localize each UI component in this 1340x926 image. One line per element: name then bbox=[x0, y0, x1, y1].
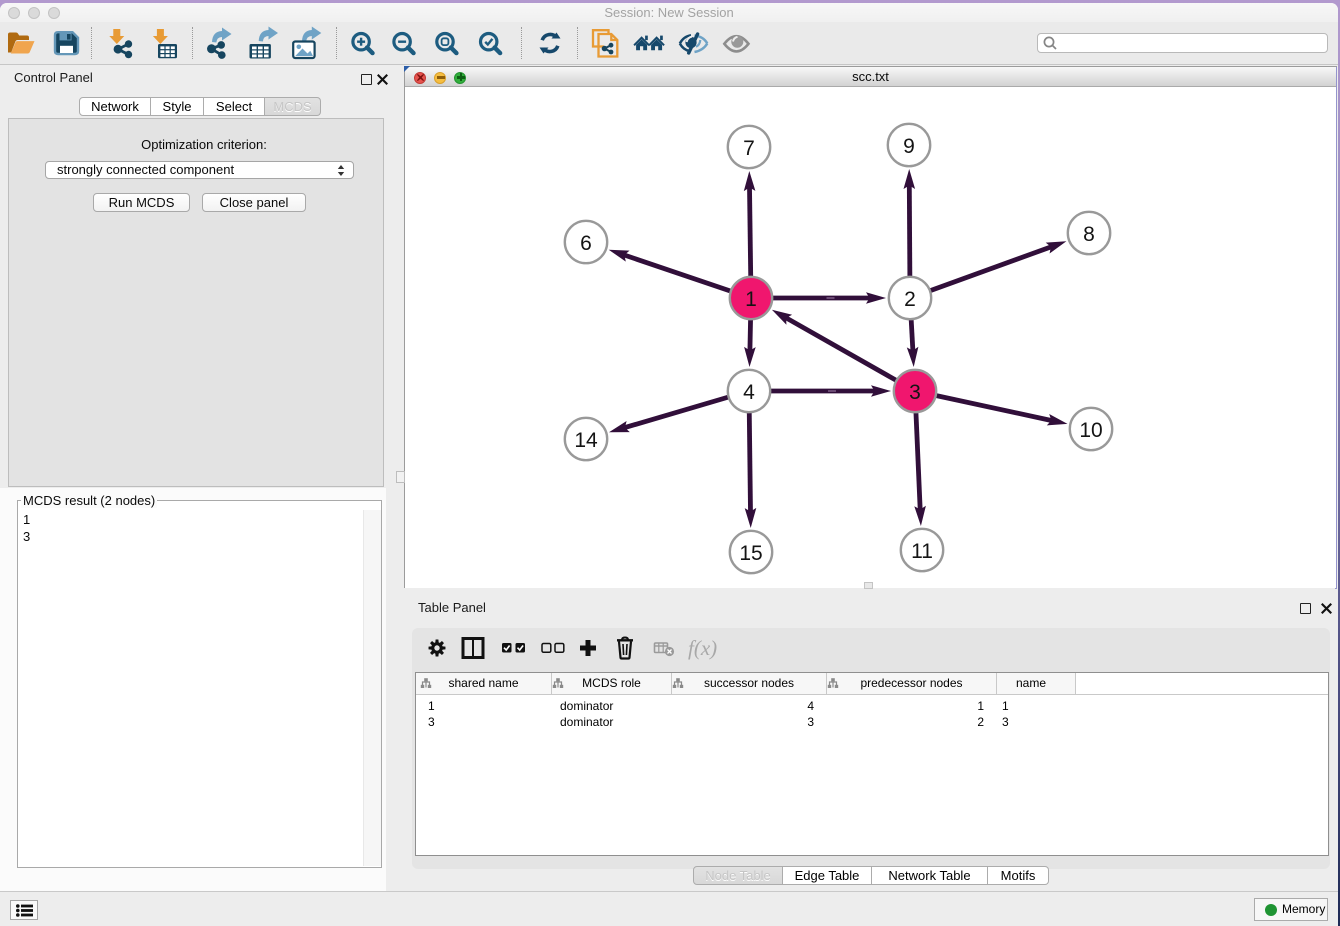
svg-text:6: 6 bbox=[580, 232, 592, 255]
svg-text:3: 3 bbox=[909, 381, 921, 404]
svg-text:4: 4 bbox=[743, 381, 755, 404]
svg-text:8: 8 bbox=[1083, 223, 1095, 246]
svg-text:14: 14 bbox=[574, 429, 598, 452]
svg-text:11: 11 bbox=[911, 540, 933, 563]
svg-text:9: 9 bbox=[903, 135, 915, 158]
svg-text:10: 10 bbox=[1079, 419, 1102, 442]
svg-text:f(x): f(x) bbox=[688, 636, 717, 660]
svg-text:15: 15 bbox=[739, 542, 762, 565]
svg-text:1: 1 bbox=[745, 288, 757, 311]
svg-text:2: 2 bbox=[904, 288, 916, 311]
svg-text:7: 7 bbox=[743, 137, 755, 160]
